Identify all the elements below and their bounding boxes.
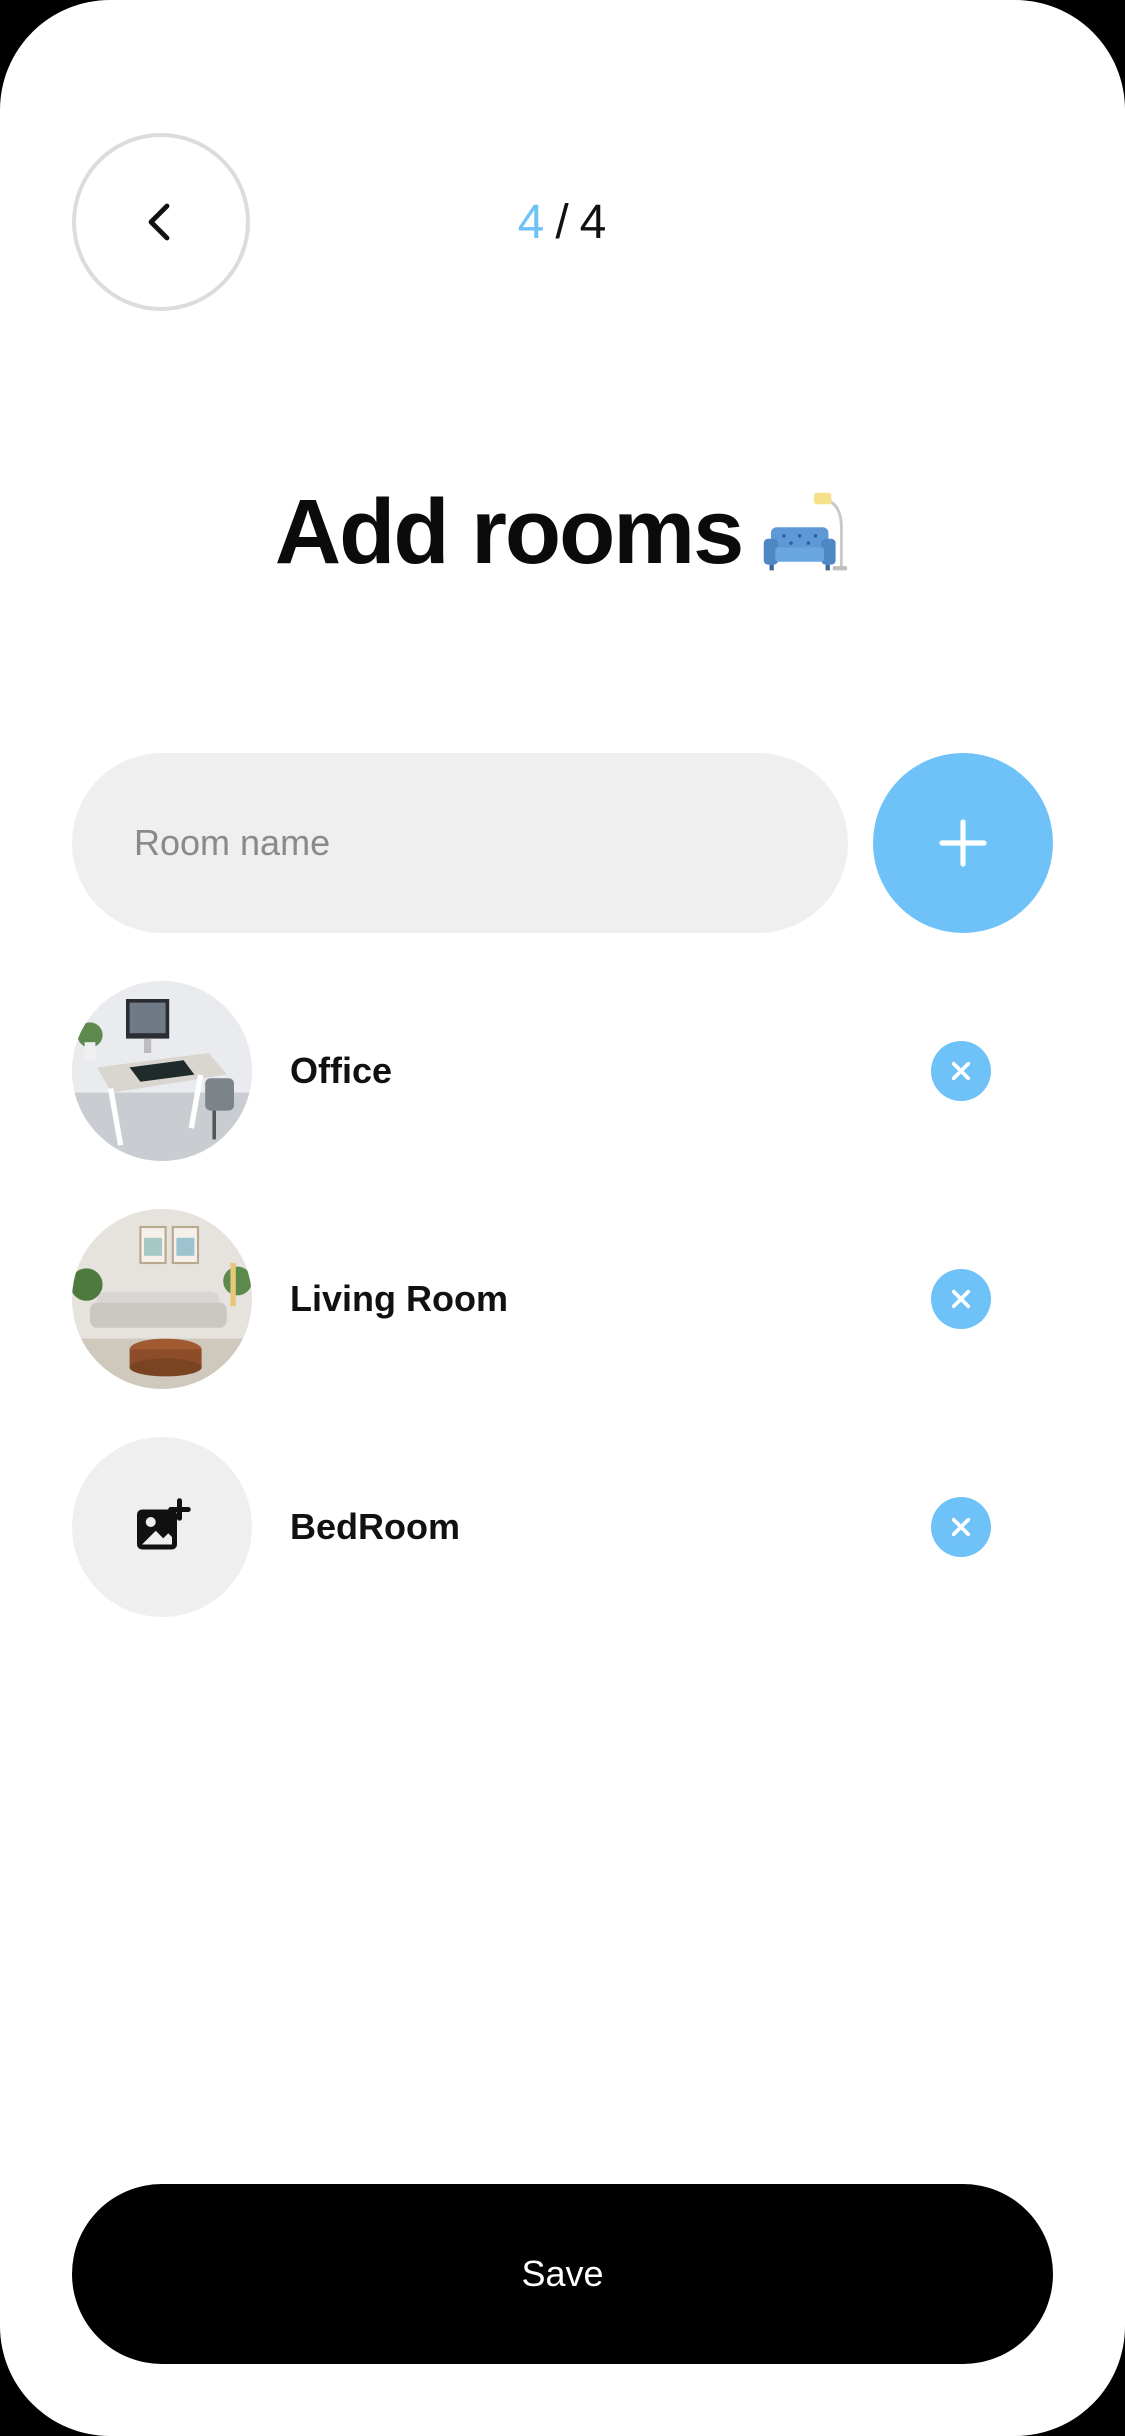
page-title-row: Add rooms [0, 480, 1125, 585]
room-name-input[interactable] [132, 821, 848, 865]
add-photo-icon [137, 1498, 191, 1550]
room-name-field[interactable] [72, 753, 848, 933]
room-name: Living Room [290, 1278, 508, 1319]
room-thumbnail-living-room[interactable] [72, 1209, 252, 1389]
step-current: 4 [517, 196, 546, 249]
step-total: 4 [579, 196, 608, 249]
room-thumbnail-office[interactable] [72, 981, 252, 1161]
room-thumbnail-add-photo[interactable] [72, 1437, 252, 1617]
room-list-item: Office [72, 981, 1053, 1161]
couch-and-lamp-icon [764, 492, 848, 570]
office-photo [72, 981, 252, 1161]
close-icon [951, 1061, 971, 1081]
page-title: Add rooms [274, 481, 745, 583]
room-list-item: Living Room [72, 1209, 1053, 1389]
step-indicator: 4/4 [0, 195, 1125, 250]
room-name: BedRoom [290, 1506, 460, 1547]
close-icon [951, 1517, 971, 1537]
add-room-button[interactable] [873, 753, 1053, 933]
remove-room-button[interactable] [931, 1269, 991, 1329]
screen: 4/4 Add rooms Room name Office Living Ro… [0, 0, 1125, 2436]
remove-room-button[interactable] [931, 1041, 991, 1101]
close-icon [951, 1289, 971, 1309]
room-list-item: BedRoom [72, 1437, 1053, 1617]
step-separator: / [555, 196, 570, 249]
room-name: Office [290, 1050, 393, 1091]
remove-room-button[interactable] [931, 1497, 991, 1557]
plus-icon [939, 819, 987, 867]
save-button[interactable]: Save [72, 2184, 1053, 2364]
living-room-photo [72, 1209, 252, 1389]
